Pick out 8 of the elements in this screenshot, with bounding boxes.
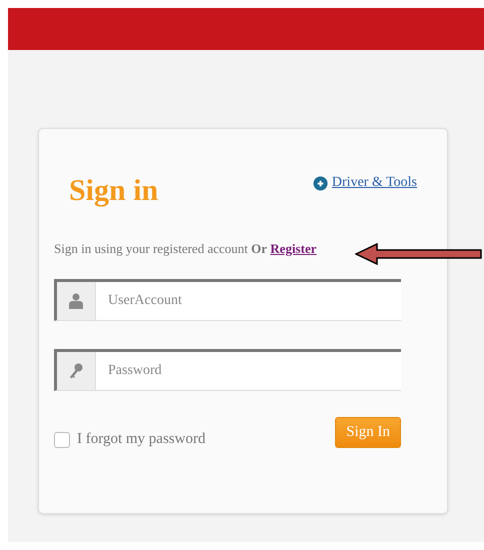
forgot-label: I forgot my password (77, 431, 206, 448)
plus-circle-icon (312, 176, 328, 190)
password-field[interactable]: Password (54, 349, 401, 391)
register-link[interactable]: Register (270, 241, 316, 256)
sign-in-title: Sign in (69, 173, 158, 209)
username-field[interactable]: UserAccount (54, 279, 401, 321)
forgot-checkbox[interactable] (54, 432, 70, 448)
driver-tools-link[interactable]: Driver & Tools (332, 175, 417, 191)
